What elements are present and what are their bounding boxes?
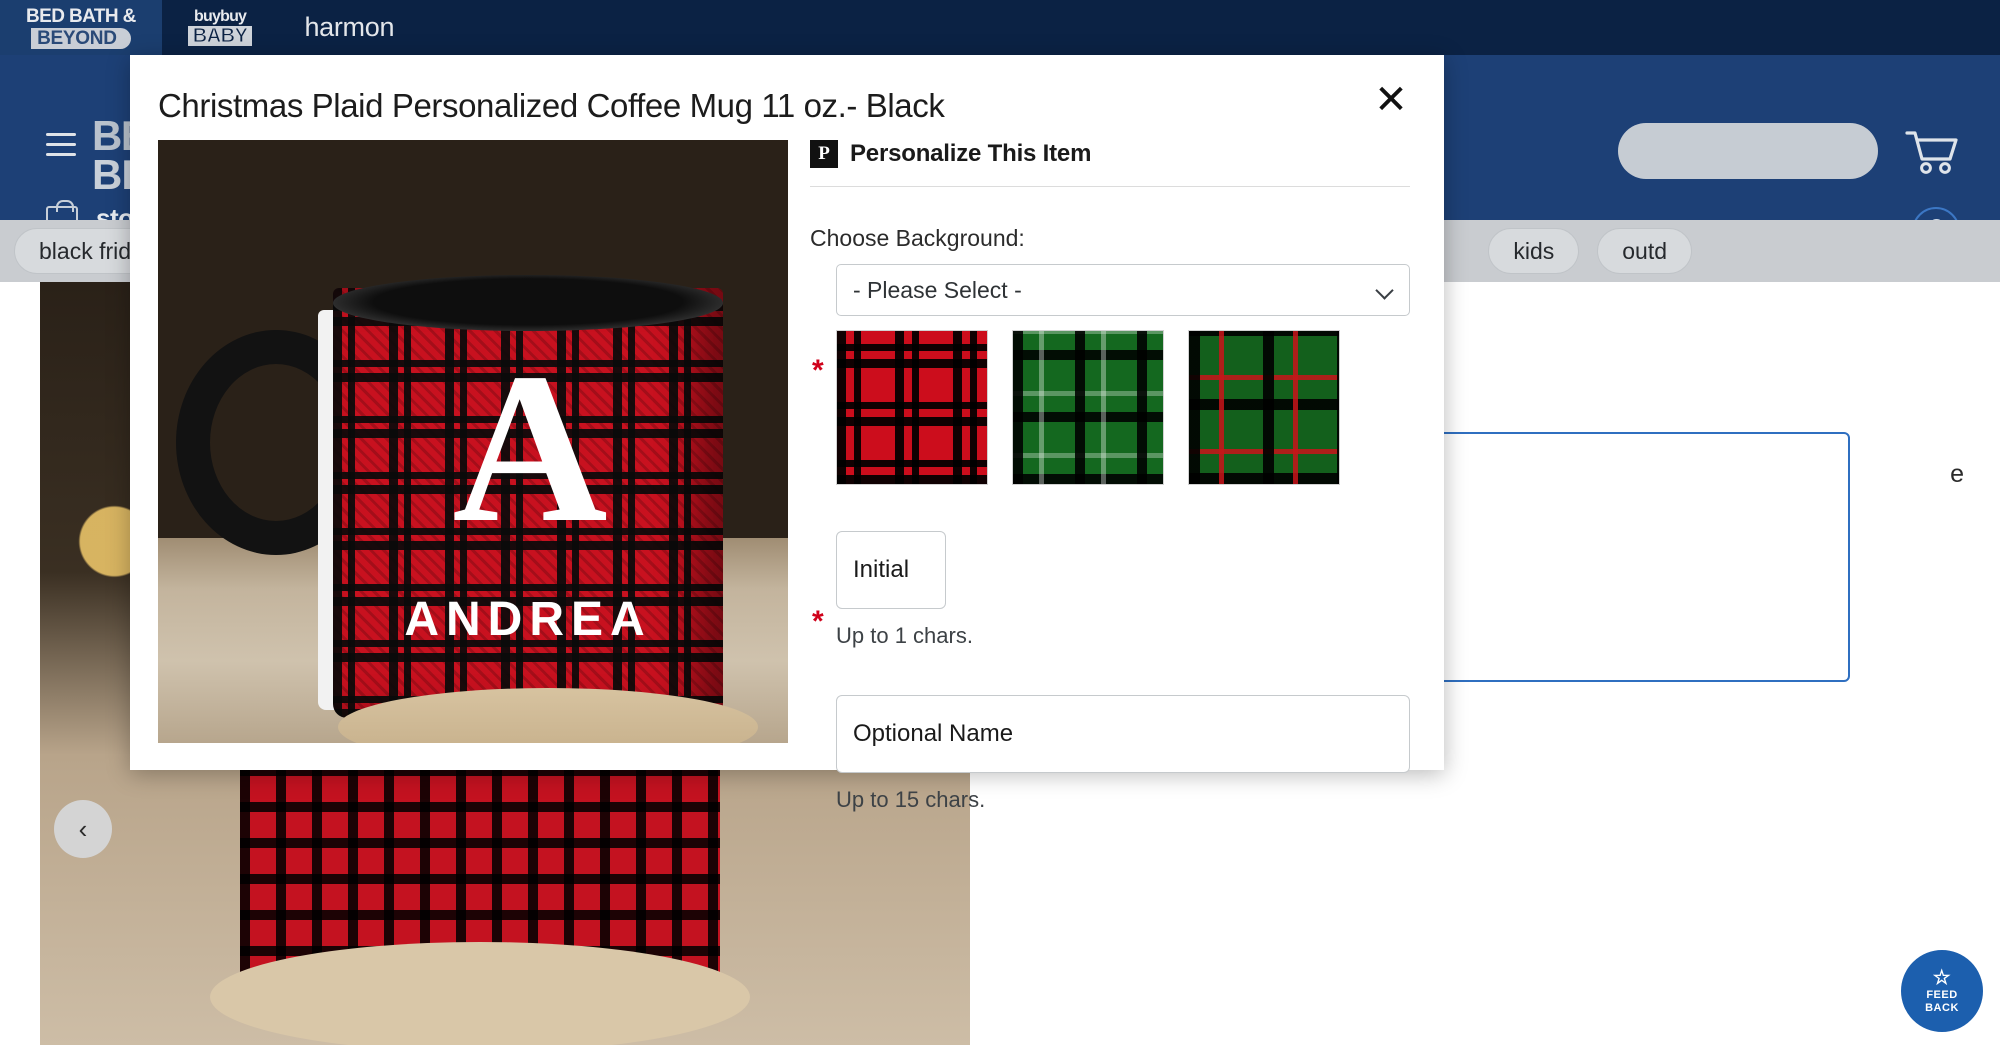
personalization-modal: ✕ Christmas Plaid Personalized Coffee Mu… [130, 55, 1444, 812]
personalize-heading: Personalize This Item [850, 140, 1092, 167]
personalize-badge-icon: P [810, 140, 838, 168]
brand-switcher-bar: BED BATH & BEYOND buybuy BABY harmon [0, 0, 2000, 55]
bbb-logo-line1: BED BATH & [26, 5, 136, 27]
background-coaster-graphic [210, 942, 750, 1045]
carousel-prev-button[interactable]: ‹ [54, 800, 112, 858]
optional-name-field-row: Optional Name [810, 695, 1410, 773]
personalize-header: P Personalize This Item [810, 140, 1410, 187]
brand-tab-buybuy-baby[interactable]: buybuy BABY [162, 0, 279, 55]
background-select-value: - Please Select - [853, 276, 1022, 303]
page-root: BED BATH & BEYOND buybuy BABY harmon BE … [0, 0, 2000, 1045]
feedback-label-line1: FEED [1926, 988, 1958, 1001]
chevron-down-icon [1375, 281, 1394, 300]
close-icon[interactable]: ✕ [1368, 77, 1414, 123]
choose-background-label: Choose Background: [810, 225, 1025, 251]
background-select-row: - Please Select - [810, 264, 1410, 316]
chip-outdoor[interactable]: outd [1597, 228, 1692, 274]
search-input[interactable] [1618, 123, 1878, 179]
background-option-box[interactable] [1420, 432, 1850, 682]
personalization-panel: P Personalize This Item Choose Backgroun… [810, 140, 1410, 813]
baby-logo-line1: buybuy [194, 8, 247, 25]
background-select[interactable]: - Please Select - [836, 264, 1410, 316]
hamburger-menu-icon[interactable] [46, 133, 76, 163]
bed-bath-beyond-logo: BED BATH & BEYOND [26, 7, 136, 49]
swatch-red-plaid[interactable] [836, 330, 988, 485]
swatch-green-red-plaid[interactable] [1188, 330, 1340, 485]
mug-monogram-letter: A [452, 328, 607, 567]
initial-help-text: Up to 1 chars. [836, 623, 973, 648]
background-swatch-list [836, 330, 1410, 485]
buybuy-baby-logo: buybuy BABY [187, 8, 253, 47]
brand-tab-bed-bath-beyond[interactable]: BED BATH & BEYOND [0, 0, 162, 55]
harmon-logo: harmon [304, 12, 395, 42]
product-preview-image: A ANDREA [158, 140, 788, 743]
initial-input[interactable]: Initial [836, 531, 946, 609]
baby-logo-line2: BABY [187, 26, 253, 47]
initial-required-asterisk: * [812, 605, 824, 638]
background-option-label: e [1950, 460, 1964, 488]
chip-kids[interactable]: kids [1488, 228, 1580, 274]
brand-tab-harmon[interactable]: harmon [278, 0, 420, 55]
bbb-logo-line2: BEYOND [31, 27, 131, 49]
feedback-button[interactable]: ☆ FEED BACK [1898, 947, 1986, 1035]
optional-name-input[interactable]: Optional Name [836, 695, 1410, 773]
mug-rim-graphic [333, 275, 723, 331]
mug-personalized-name: ANDREA [404, 593, 652, 646]
shopping-cart-icon[interactable] [1904, 129, 1960, 175]
background-required-asterisk: * [812, 354, 824, 387]
feedback-label-line2: BACK [1925, 1001, 1959, 1014]
optional-name-help-text: Up to 15 chars. [836, 787, 986, 812]
page-title: Christmas Plaid Personalized Coffee Mug … [158, 87, 945, 124]
feedback-star-icon: ☆ [1932, 966, 1952, 989]
swatch-green-plaid[interactable] [1012, 330, 1164, 485]
initial-field-row: Initial [810, 531, 1410, 609]
